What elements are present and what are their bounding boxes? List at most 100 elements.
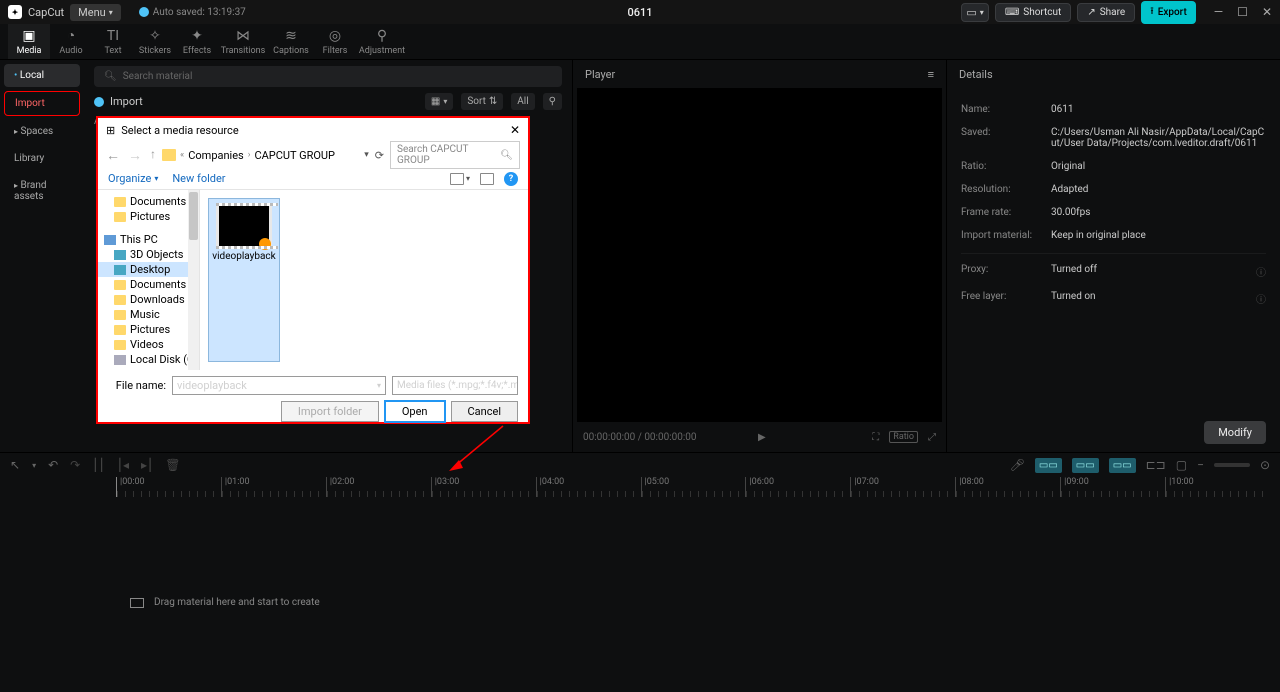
- file-filter-select[interactable]: Media files (*.mpg;*.f4v;*.mov;▾: [392, 376, 518, 395]
- file-item-videoplayback[interactable]: videoplayback: [208, 198, 280, 362]
- filter-all-button[interactable]: All: [511, 93, 534, 110]
- mic-icon[interactable]: 🎤︎: [1010, 458, 1025, 472]
- ratio-button[interactable]: Ratio: [889, 431, 918, 443]
- info-icon[interactable]: ⓘ: [1256, 264, 1266, 279]
- tab-label: Audio: [59, 46, 82, 56]
- captions-icon: ≋: [285, 28, 297, 44]
- dialog-search-input[interactable]: Search CAPCUT GROUP🔍︎: [390, 141, 520, 169]
- view-mode-button[interactable]: ▾: [450, 173, 470, 185]
- search-input[interactable]: 🔍︎ Search material: [94, 66, 562, 87]
- path-dropdown-icon[interactable]: ▾: [364, 150, 369, 160]
- minimize-icon[interactable]: —: [1214, 5, 1223, 19]
- close-icon[interactable]: ✕: [1262, 5, 1272, 19]
- detail-saved-label: Saved:: [961, 127, 1051, 149]
- tree-item-label[interactable]: Music: [130, 308, 160, 321]
- dialog-close-icon[interactable]: ✕: [510, 123, 520, 137]
- path-segment[interactable]: CAPCUT GROUP: [254, 149, 335, 162]
- modify-button[interactable]: Modify: [1204, 421, 1266, 444]
- ruler-tick: |02:00: [326, 477, 431, 497]
- sidebar-item-library[interactable]: Library: [4, 147, 80, 170]
- import-folder-button[interactable]: Import folder: [281, 401, 379, 422]
- nav-fwd-icon[interactable]: →: [128, 147, 142, 164]
- tab-transitions[interactable]: ⋈Transitions: [218, 24, 268, 59]
- path-segment[interactable]: Companies: [188, 149, 244, 162]
- view-grid-button[interactable]: ▦ ▾: [425, 93, 453, 110]
- delete-icon[interactable]: 🗑: [165, 458, 180, 472]
- tab-filters[interactable]: ◎Filters: [314, 24, 356, 59]
- tab-audio[interactable]: ◔Audio: [50, 24, 92, 59]
- trim-right-icon[interactable]: ▸⎮: [141, 458, 153, 472]
- nav-up-icon[interactable]: ↑: [150, 147, 156, 164]
- path-root-icon[interactable]: «: [180, 150, 184, 160]
- file-name: videoplayback: [212, 251, 275, 262]
- tool-dropdown-icon[interactable]: ▾: [32, 461, 36, 470]
- tab-stickers[interactable]: ✧Stickers: [134, 24, 176, 59]
- tab-effects[interactable]: ✦Effects: [176, 24, 218, 59]
- playhead[interactable]: [116, 477, 117, 497]
- tree-item-label[interactable]: Documents: [130, 278, 186, 291]
- snapshot-icon[interactable]: ⛶: [872, 432, 879, 443]
- share-button[interactable]: ↗Share: [1077, 3, 1135, 22]
- detail-resolution-value: Adapted: [1051, 184, 1266, 195]
- track-option-1[interactable]: ▭▭: [1035, 458, 1062, 473]
- tree-scrollbar[interactable]: [188, 190, 199, 370]
- fullscreen-icon[interactable]: ⤢: [928, 432, 936, 443]
- timeline-ruler[interactable]: |00:00|01:00|02:00|03:00|04:00|05:00|06:…: [0, 477, 1280, 497]
- info-icon[interactable]: ⓘ: [1256, 291, 1266, 306]
- menu-button[interactable]: Menu▾: [70, 4, 121, 21]
- open-button[interactable]: Open: [385, 401, 445, 422]
- new-folder-button[interactable]: New folder: [172, 172, 225, 185]
- track-option-2[interactable]: ▭▭: [1072, 458, 1099, 473]
- scrollbar-thumb[interactable]: [189, 192, 198, 240]
- track-option-3[interactable]: ▭▭: [1109, 458, 1136, 473]
- refresh-icon[interactable]: ⟳: [375, 149, 384, 162]
- undo-icon[interactable]: ↶: [48, 458, 58, 472]
- play-button[interactable]: ▶: [758, 432, 766, 443]
- zoom-out-icon[interactable]: −: [1197, 458, 1204, 472]
- nav-back-icon[interactable]: ←: [106, 147, 120, 164]
- tree-item-label[interactable]: Pictures: [130, 210, 170, 223]
- tree-item-label[interactable]: This PC: [120, 233, 158, 246]
- sidebar-item-spaces[interactable]: ▸ Spaces: [4, 120, 80, 143]
- tab-text[interactable]: TIText: [92, 24, 134, 59]
- sidebar-item-brand-assets[interactable]: ▸ Brand assets: [4, 174, 80, 208]
- preview-pane-button[interactable]: [480, 173, 494, 185]
- zoom-slider[interactable]: [1214, 463, 1250, 467]
- tab-adjustment[interactable]: ⚲Adjustment: [356, 24, 408, 59]
- tree-item-label[interactable]: Documents: [130, 195, 186, 208]
- player-menu-icon[interactable]: ≡: [928, 68, 934, 81]
- folder-tree[interactable]: Documents Pictures This PC 3D Objects De…: [98, 190, 200, 370]
- export-button[interactable]: ⭱Export: [1141, 1, 1196, 24]
- pointer-tool-icon[interactable]: ↖: [10, 458, 20, 472]
- tree-item-label[interactable]: Videos: [130, 338, 164, 351]
- export-label: Export: [1158, 7, 1187, 18]
- filename-input[interactable]: videoplayback▾: [172, 376, 386, 395]
- preview-icon[interactable]: ▢: [1176, 458, 1187, 472]
- tree-item-label[interactable]: Pictures: [130, 323, 170, 336]
- zoom-fit-icon[interactable]: ⊙: [1260, 458, 1270, 472]
- sort-button[interactable]: Sort ⇅: [461, 93, 503, 110]
- filter-options-button[interactable]: ⚲: [543, 93, 562, 110]
- sidebar-item-import[interactable]: Import: [4, 91, 80, 116]
- sidebar-item-local[interactable]: Local: [4, 64, 80, 87]
- view-icon: [450, 173, 464, 185]
- split-icon[interactable]: ⎮⎮: [92, 458, 105, 472]
- trim-left-icon[interactable]: ⎮◂: [117, 458, 129, 472]
- tab-captions[interactable]: ≋Captions: [268, 24, 314, 59]
- snap-icon[interactable]: ⊏⊐: [1146, 458, 1166, 472]
- file-list[interactable]: videoplayback: [200, 190, 528, 370]
- organize-button[interactable]: Organize ▾: [108, 172, 158, 185]
- search-icon: 🔍︎: [500, 150, 513, 161]
- tree-item-label[interactable]: Desktop: [130, 263, 170, 276]
- redo-icon[interactable]: ↷: [70, 458, 80, 472]
- tab-media[interactable]: ▣Media: [8, 24, 50, 59]
- drop-hint-text: Drag material here and start to create: [154, 597, 320, 608]
- chevron-down-icon[interactable]: ▾: [377, 381, 381, 390]
- help-icon[interactable]: ?: [504, 172, 518, 186]
- tree-item-label[interactable]: Downloads: [130, 293, 185, 306]
- cancel-button[interactable]: Cancel: [451, 401, 518, 422]
- layout-selector[interactable]: ▭▾: [961, 3, 988, 22]
- maximize-icon[interactable]: ☐: [1237, 5, 1248, 19]
- shortcut-button[interactable]: ⌨Shortcut: [995, 3, 1072, 22]
- tree-item-label[interactable]: 3D Objects: [130, 248, 183, 261]
